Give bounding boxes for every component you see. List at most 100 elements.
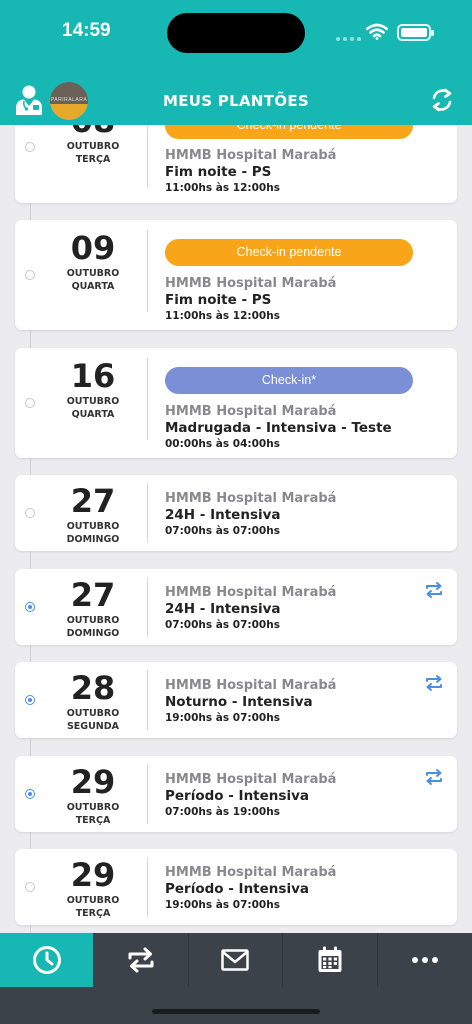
wifi-icon bbox=[366, 23, 388, 40]
date-month: OUTUBRO bbox=[66, 615, 120, 626]
shift-name: Período - Intensiva bbox=[165, 788, 309, 804]
mail-icon bbox=[221, 949, 250, 971]
shift-name: Noturno - Intensiva bbox=[165, 694, 313, 710]
date-month: OUTUBRO bbox=[66, 268, 120, 279]
swap-icon[interactable] bbox=[423, 768, 445, 786]
timeline-dot-active bbox=[25, 695, 35, 705]
date-weekday: DOMINGO bbox=[66, 534, 120, 545]
date-day: 28 bbox=[70, 669, 116, 707]
swap-icon[interactable] bbox=[423, 674, 445, 692]
shift-info: HMMB Hospital Marabá Fim noite - PS 11:0… bbox=[165, 276, 415, 323]
clock-icon bbox=[32, 946, 61, 974]
checkin-pending-button[interactable]: Check-in pendente bbox=[165, 239, 413, 266]
refresh-icon[interactable] bbox=[428, 86, 456, 114]
date-month: OUTUBRO bbox=[66, 141, 120, 152]
shift-info: HMMB Hospital Marabá Madrugada - Intensi… bbox=[165, 404, 415, 451]
shift-card[interactable]: 27 OUTUBRO DOMINGO HMMB Hospital Marabá … bbox=[15, 569, 457, 645]
date-month: OUTUBRO bbox=[66, 396, 120, 407]
checkin-button[interactable]: Check-in* bbox=[165, 367, 413, 394]
date-weekday: SEGUNDA bbox=[66, 721, 120, 732]
tab-shifts[interactable] bbox=[0, 933, 95, 987]
shift-info: HMMB Hospital Marabá Fim noite - PS 11:0… bbox=[165, 148, 415, 195]
date-day: 29 bbox=[70, 763, 116, 801]
date-day: 09 bbox=[70, 229, 116, 267]
hospital-name: HMMB Hospital Marabá bbox=[165, 276, 337, 291]
shift-name: 24H - Intensiva bbox=[165, 601, 281, 617]
nav-bar: PARIRALARA MEUS PLANTÕES bbox=[0, 78, 472, 125]
date-block: 29 OUTUBRO TERÇA bbox=[51, 766, 135, 828]
shift-card[interactable]: 16 OUTUBRO QUARTA Check-in* HMMB Hospita… bbox=[15, 348, 457, 458]
date-weekday: TERÇA bbox=[75, 154, 111, 165]
timeline-dot bbox=[25, 508, 35, 518]
date-day: 27 bbox=[70, 576, 116, 614]
timeline-dot bbox=[25, 398, 35, 408]
more-icon bbox=[411, 957, 438, 963]
app-header: 14:59 PARIRALARA MEUS PLANTÕES bbox=[0, 0, 472, 125]
shift-name: 24H - Intensiva bbox=[165, 507, 281, 523]
hospital-name: HMMB Hospital Marabá bbox=[165, 772, 337, 787]
tab-bar bbox=[0, 933, 472, 987]
home-indicator[interactable] bbox=[152, 1009, 320, 1014]
shift-name: Fim noite - PS bbox=[165, 292, 272, 308]
shift-hours: 00:00hs às 04:00hs bbox=[165, 438, 280, 450]
date-block: 29 OUTUBRO TERÇA bbox=[51, 859, 135, 921]
date-weekday: DOMINGO bbox=[66, 628, 120, 639]
shift-hours: 19:00hs às 07:00hs bbox=[165, 899, 280, 911]
shift-hours: 11:00hs às 12:00hs bbox=[165, 310, 280, 322]
status-bar: 14:59 bbox=[0, 0, 472, 62]
shift-name: Período - Intensiva bbox=[165, 881, 309, 897]
date-block: 16 OUTUBRO QUARTA bbox=[51, 360, 135, 422]
date-weekday: QUARTA bbox=[71, 409, 115, 420]
shift-name: Fim noite - PS bbox=[165, 164, 272, 180]
shift-card[interactable]: 29 OUTUBRO TERÇA HMMB Hospital Marabá Pe… bbox=[15, 849, 457, 925]
shift-card[interactable]: 28 OUTUBRO SEGUNDA HMMB Hospital Marabá … bbox=[15, 662, 457, 738]
card-divider bbox=[147, 358, 148, 440]
timeline-dot-active bbox=[25, 602, 35, 612]
swap-icon bbox=[128, 947, 154, 973]
hospital-name: HMMB Hospital Marabá bbox=[165, 491, 337, 506]
shift-hours: 11:00hs às 12:00hs bbox=[165, 182, 280, 194]
date-day: 27 bbox=[70, 482, 116, 520]
timeline-dot bbox=[25, 882, 35, 892]
card-divider bbox=[147, 483, 148, 543]
shift-info: HMMB Hospital Marabá Noturno - Intensiva… bbox=[165, 678, 415, 725]
date-month: OUTUBRO bbox=[66, 895, 120, 906]
tab-messages[interactable] bbox=[189, 933, 284, 987]
shift-hours: 07:00hs às 07:00hs bbox=[165, 525, 280, 537]
shift-hours: 19:00hs às 07:00hs bbox=[165, 712, 280, 724]
cellular-signal-icon bbox=[336, 37, 361, 41]
hospital-name: HMMB Hospital Marabá bbox=[165, 678, 337, 693]
tab-more[interactable] bbox=[378, 933, 472, 987]
card-divider bbox=[147, 764, 148, 824]
swap-icon[interactable] bbox=[423, 581, 445, 599]
shift-hours: 07:00hs às 19:00hs bbox=[165, 806, 280, 818]
hospital-name: HMMB Hospital Marabá bbox=[165, 585, 337, 600]
date-day: 29 bbox=[70, 856, 116, 894]
tab-calendar[interactable] bbox=[283, 933, 378, 987]
date-weekday: TERÇA bbox=[75, 815, 111, 826]
calendar-icon bbox=[318, 946, 342, 972]
shift-list[interactable]: 08 OUTUBRO TERÇA Check-in pendente HMMB … bbox=[0, 0, 472, 935]
shift-card[interactable]: 29 OUTUBRO TERÇA HMMB Hospital Marabá Pe… bbox=[15, 756, 457, 832]
page-title: MEUS PLANTÕES bbox=[162, 92, 310, 110]
timeline-dot bbox=[25, 142, 35, 152]
card-divider bbox=[147, 577, 148, 637]
hospital-name: HMMB Hospital Marabá bbox=[165, 404, 337, 419]
dynamic-island bbox=[167, 13, 305, 53]
shift-info: HMMB Hospital Marabá Período - Intensiva… bbox=[165, 772, 415, 819]
date-month: OUTUBRO bbox=[66, 708, 120, 719]
status-time: 14:59 bbox=[62, 20, 111, 41]
date-month: OUTUBRO bbox=[66, 802, 120, 813]
card-divider bbox=[147, 670, 148, 730]
shift-name: Madrugada - Intensiva - Teste bbox=[165, 420, 392, 436]
tab-swaps[interactable] bbox=[94, 933, 189, 987]
shift-card[interactable]: 09 OUTUBRO QUARTA Check-in pendente HMMB… bbox=[15, 220, 457, 330]
date-weekday: TERÇA bbox=[75, 908, 111, 919]
hospital-name: HMMB Hospital Marabá bbox=[165, 148, 337, 163]
date-block: 27 OUTUBRO DOMINGO bbox=[51, 485, 135, 547]
date-block: 28 OUTUBRO SEGUNDA bbox=[51, 672, 135, 734]
shift-card[interactable]: 27 OUTUBRO DOMINGO HMMB Hospital Marabá … bbox=[15, 475, 457, 551]
card-divider bbox=[147, 857, 148, 917]
battery-icon bbox=[397, 24, 434, 41]
shift-info: HMMB Hospital Marabá 24H - Intensiva 07:… bbox=[165, 585, 415, 632]
